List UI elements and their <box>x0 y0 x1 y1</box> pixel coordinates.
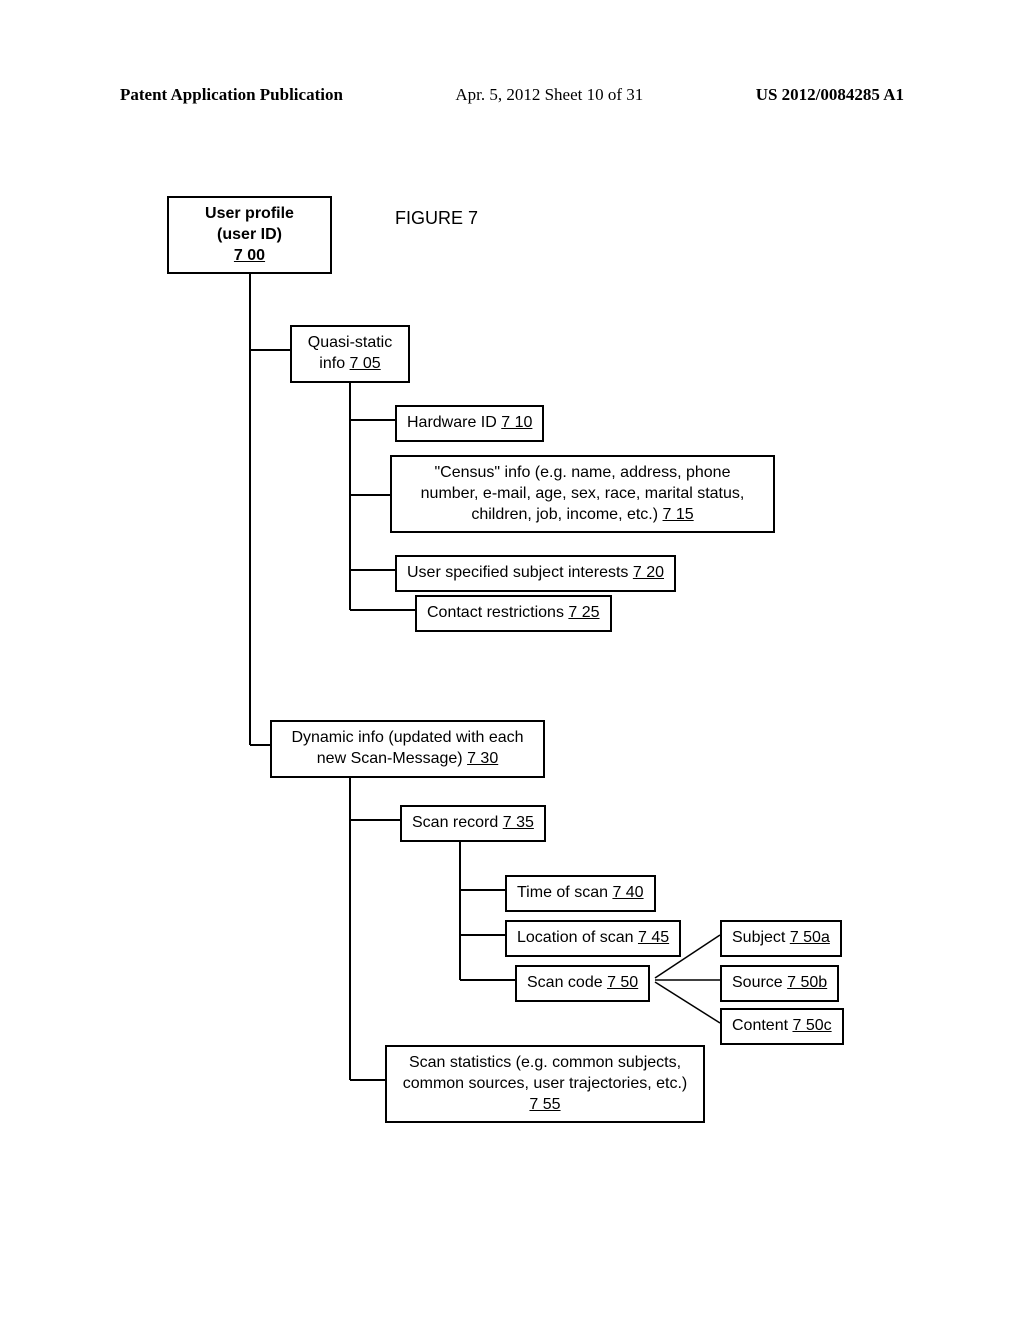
box-ref: 7 40 <box>612 884 643 901</box>
box-ref: 7 15 <box>663 506 694 523</box>
box-label: Dynamic info (updated with each <box>291 729 523 746</box>
box-label: Time of scan <box>517 884 612 901</box>
box-ref: 7 50a <box>790 929 830 946</box>
diagram-container: FIGURE 7 User profile (user ID) 7 00 Qua… <box>0 180 1024 1280</box>
box-label: Subject <box>732 929 790 946</box>
box-label: "Census" info (e.g. name, address, phone <box>435 464 731 481</box>
box-label: new Scan-Message) <box>317 750 467 767</box>
box-label: User specified subject interests <box>407 564 633 581</box>
box-ref: 7 30 <box>467 750 498 767</box>
box-source: Source 7 50b <box>720 965 839 1002</box>
box-label: Content <box>732 1017 792 1034</box>
box-ref: 7 35 <box>503 814 534 831</box>
box-scan-code: Scan code 7 50 <box>515 965 650 1002</box>
box-ref: 7 55 <box>529 1096 560 1113</box>
box-label: common sources, user trajectories, etc.) <box>403 1075 688 1092</box>
box-dynamic-info: Dynamic info (updated with each new Scan… <box>270 720 545 778</box>
box-ref: 7 45 <box>638 929 669 946</box>
box-subject: Subject 7 50a <box>720 920 842 957</box>
box-user-profile: User profile (user ID) 7 00 <box>167 196 332 274</box>
box-ref: 7 25 <box>568 604 599 621</box>
box-ref: 7 05 <box>350 355 381 372</box>
box-census-info: "Census" info (e.g. name, address, phone… <box>390 455 775 533</box>
box-label: (user ID) <box>217 226 282 243</box>
box-ref: 7 00 <box>234 247 265 264</box>
box-ref: 7 50c <box>792 1017 831 1034</box>
box-quasi-static: Quasi-static info 7 05 <box>290 325 410 383</box>
box-scan-statistics: Scan statistics (e.g. common subjects, c… <box>385 1045 705 1123</box>
header-center: Apr. 5, 2012 Sheet 10 of 31 <box>455 85 643 105</box>
box-label: Scan record <box>412 814 503 831</box>
box-ref: 7 50 <box>607 974 638 991</box>
header-left: Patent Application Publication <box>120 85 343 105</box>
box-label: Scan statistics (e.g. common subjects, <box>409 1054 681 1071</box>
box-label: User profile <box>205 205 294 222</box>
box-label: children, job, income, etc.) <box>471 506 662 523</box>
box-label: Hardware ID <box>407 414 501 431</box>
box-time-of-scan: Time of scan 7 40 <box>505 875 656 912</box>
box-label: Quasi-static <box>308 334 392 351</box>
page-header: Patent Application Publication Apr. 5, 2… <box>0 85 1024 105</box>
box-location-of-scan: Location of scan 7 45 <box>505 920 681 957</box>
box-label: Location of scan <box>517 929 638 946</box>
box-hardware-id: Hardware ID 7 10 <box>395 405 544 442</box>
box-user-interests: User specified subject interests 7 20 <box>395 555 676 592</box>
box-content: Content 7 50c <box>720 1008 844 1045</box>
box-ref: 7 10 <box>501 414 532 431</box>
box-ref: 7 20 <box>633 564 664 581</box>
box-label: Scan code <box>527 974 607 991</box>
header-right: US 2012/0084285 A1 <box>756 85 904 105</box>
figure-title: FIGURE 7 <box>395 208 478 229</box>
box-label: Source <box>732 974 787 991</box>
box-label: number, e-mail, age, sex, race, marital … <box>421 485 745 502</box>
box-label: Contact restrictions <box>427 604 568 621</box>
box-contact-restrictions: Contact restrictions 7 25 <box>415 595 612 632</box>
box-label: info <box>319 355 349 372</box>
box-scan-record: Scan record 7 35 <box>400 805 546 842</box>
box-ref: 7 50b <box>787 974 827 991</box>
